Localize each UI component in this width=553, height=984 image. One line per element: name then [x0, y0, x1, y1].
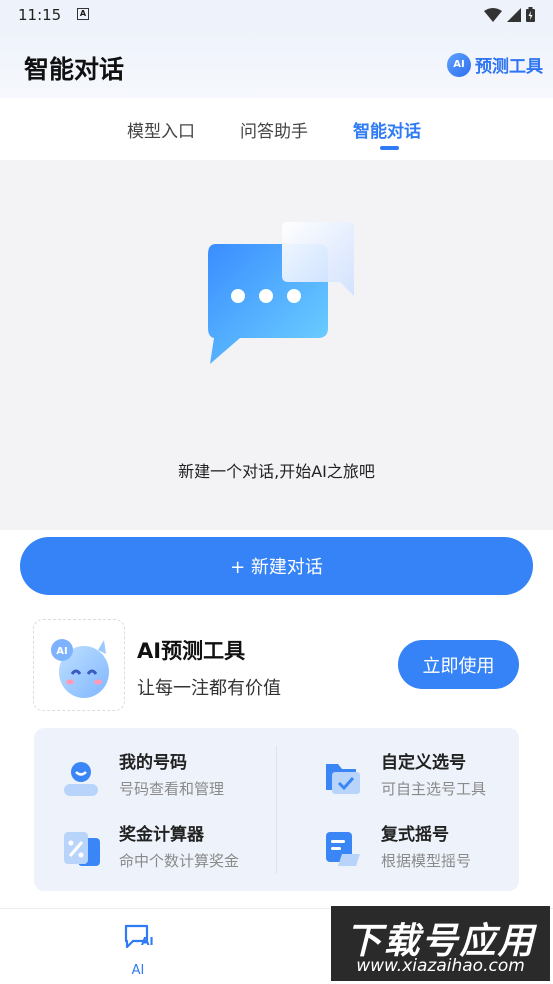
nav-ai-label: AI [131, 963, 145, 978]
nav-ai-icon-text: AI [141, 935, 153, 948]
chat-area: 新建一个对话,开始AI之旅吧 [0, 160, 553, 530]
calculator-icon [64, 832, 100, 866]
watermark: 下载号应用 www.xiazaihao.com [331, 906, 550, 981]
ai-chat-icon: AI [124, 924, 153, 949]
empty-chat-text: 新建一个对话,开始AI之旅吧 [178, 462, 375, 481]
tool-desc: 可自主选号工具 [381, 780, 487, 798]
wifi-icon [484, 7, 502, 22]
battery-icon [526, 7, 535, 22]
mascot-badge: AI [56, 646, 67, 657]
predict-tool-label: 预测工具 [475, 57, 543, 77]
new-chat-button[interactable]: + 新建对话 [20, 537, 533, 595]
page-title: 智能对话 [24, 55, 125, 84]
tool-compound-lottery[interactable]: 复式摇号 根据模型摇号 [296, 820, 531, 882]
tools-divider [276, 746, 277, 874]
header: 智能对话 AI 预测工具 [0, 30, 553, 98]
tool-desc: 根据模型摇号 [381, 852, 472, 870]
status-bar: 11:15 A [0, 0, 553, 30]
tool-my-numbers[interactable]: 我的号码 号码查看和管理 [34, 748, 269, 810]
status-icons [484, 7, 535, 22]
nav-ai-tab[interactable]: AI AI [112, 921, 164, 981]
promo-avatar-box: AI [33, 619, 125, 711]
tab-indicator [380, 146, 399, 150]
tab-qa-assistant[interactable]: 问答助手 [240, 117, 308, 142]
predict-tool-link[interactable]: AI 预测工具 [447, 52, 543, 77]
promo-card: AI AI预测工具 让每一注都有价值 立即使用 [0, 610, 553, 720]
signal-icon [507, 7, 521, 22]
tool-title: 我的号码 [119, 753, 187, 773]
use-now-button[interactable]: 立即使用 [398, 640, 519, 689]
ai-badge-icon: AI [447, 52, 471, 77]
folder-check-icon [326, 764, 360, 794]
promo-title: AI预测工具 [137, 639, 246, 663]
tab-model-entry[interactable]: 模型入口 [127, 117, 195, 142]
status-time: 11:15 [18, 6, 62, 24]
tools-panel: 我的号码 号码查看和管理 自定义选号 可自主选号工具 奖金计算器 命中个数计算奖… [34, 728, 519, 891]
chat-bubbles-icon [208, 222, 354, 364]
tab-bar: 模型入口 问答助手 智能对话 [0, 98, 553, 160]
tool-prize-calculator[interactable]: 奖金计算器 命中个数计算奖金 [34, 820, 269, 882]
notification-icon: A [77, 8, 89, 20]
user-icon [64, 762, 98, 796]
tool-desc: 号码查看和管理 [119, 780, 225, 798]
tool-title: 复式摇号 [381, 825, 449, 845]
tab-smart-chat[interactable]: 智能对话 [353, 117, 421, 142]
watermark-url: www.xiazaihao.com [356, 956, 525, 976]
tool-custom-pick[interactable]: 自定义选号 可自主选号工具 [296, 748, 531, 810]
promo-subtitle: 让每一注都有价值 [137, 678, 281, 699]
tool-title: 自定义选号 [381, 753, 466, 773]
robot-mascot-icon: AI [51, 639, 109, 698]
document-stack-icon [326, 832, 360, 866]
tool-title: 奖金计算器 [119, 825, 204, 845]
tool-desc: 命中个数计算奖金 [119, 852, 240, 870]
